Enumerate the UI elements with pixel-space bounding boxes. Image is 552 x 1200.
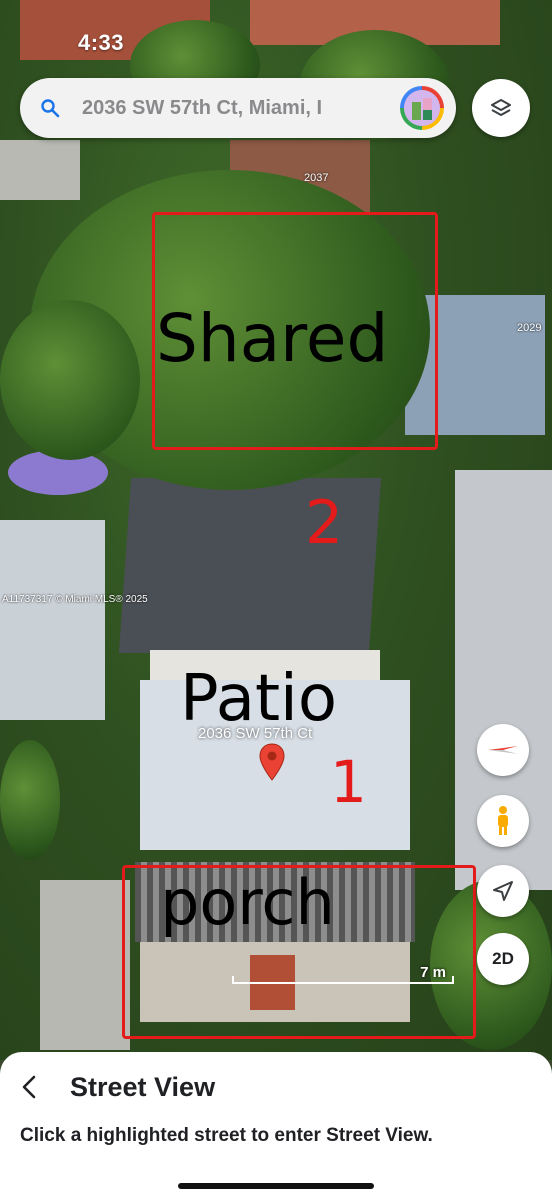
2d-toggle-button[interactable]: 2D: [477, 933, 529, 985]
my-location-button[interactable]: [477, 865, 529, 917]
tree-left-bottom: [0, 740, 60, 860]
roof-left-house: [0, 520, 105, 720]
pegman-icon: [498, 806, 508, 835]
roof-left-strip: [0, 140, 80, 200]
navigation-arrow-icon: [493, 881, 513, 901]
avatar[interactable]: [400, 86, 444, 130]
satellite-map[interactable]: 2037 2029 A11737317 © Miami MLS® 2025 20…: [0, 0, 552, 1060]
search-bar[interactable]: 2036 SW 57th Ct, Miami, I: [20, 78, 456, 138]
search-icon: [41, 99, 60, 118]
annotation-number-2: 2: [305, 488, 344, 558]
sidewalk: [40, 880, 130, 1050]
layers-icon: [491, 99, 511, 116]
annotation-patio: Patio: [180, 662, 337, 736]
annotation-number-1: 1: [330, 748, 367, 816]
mls-watermark: A11737317 © Miami MLS® 2025: [2, 594, 148, 605]
compass-button[interactable]: [477, 724, 529, 776]
annotation-shared: Shared: [156, 300, 389, 377]
back-button[interactable]: [14, 1072, 44, 1102]
house-number-2037: 2037: [304, 172, 329, 184]
home-indicator[interactable]: [178, 1183, 374, 1189]
layers-button[interactable]: [472, 79, 530, 137]
chevron-left-icon: [22, 1075, 36, 1099]
location-pin-icon[interactable]: [259, 743, 285, 781]
tree-left: [0, 300, 140, 460]
2d-toggle-label: 2D: [492, 949, 514, 968]
street-view-sheet: Street View Click a highlighted street t…: [0, 1052, 552, 1200]
scale-bar: 7 m: [232, 964, 454, 984]
scale-line: [232, 976, 454, 984]
search-input[interactable]: 2036 SW 57th Ct, Miami, I: [82, 97, 382, 120]
sheet-subtitle: Click a highlighted street to enter Stre…: [20, 1125, 433, 1146]
compass-icon: [488, 746, 518, 754]
avatar-art-icon: [404, 90, 440, 126]
sheet-title: Street View: [70, 1072, 216, 1102]
avatar-image: [404, 90, 440, 126]
house-number-2029: 2029: [517, 322, 542, 334]
status-time: 4:33: [78, 30, 125, 55]
annotation-porch: porch: [160, 866, 335, 939]
street-view-pegman-button[interactable]: [477, 795, 529, 847]
